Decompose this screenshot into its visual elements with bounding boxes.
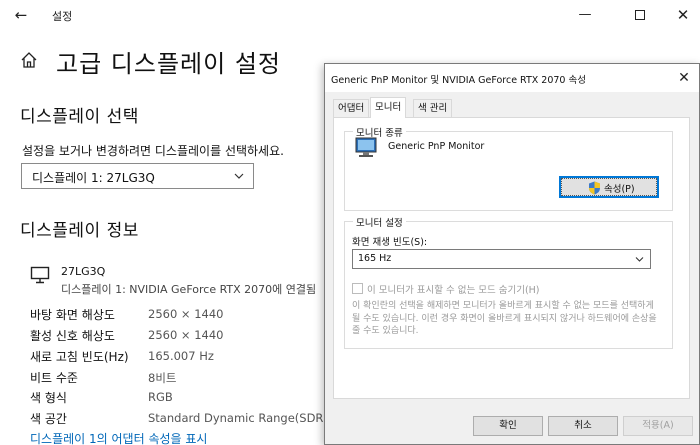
dialog-title-bar: Generic PnP Monitor 및 NVIDIA GeForce RTX… bbox=[325, 64, 699, 92]
info-value: 165.007 Hz bbox=[148, 349, 214, 363]
refresh-rate-value: 165 Hz bbox=[358, 253, 392, 264]
display-dropdown[interactable]: 디스플레이 1: 27LG3Q bbox=[21, 163, 254, 189]
info-label: 색 공간 bbox=[30, 412, 67, 426]
adapter-properties-link[interactable]: 디스플레이 1의 어댑터 속성을 표시 bbox=[30, 430, 207, 445]
display-dropdown-value: 디스플레이 1: 27LG3Q bbox=[32, 171, 155, 185]
window-title: 설정 bbox=[52, 10, 73, 23]
monitor-properties-button[interactable]: 속성(P) bbox=[559, 176, 659, 198]
back-button[interactable]: ← bbox=[6, 3, 36, 27]
hide-modes-checkbox[interactable] bbox=[352, 283, 363, 294]
info-value: 8비트 bbox=[148, 371, 177, 385]
apply-button[interactable]: 적용(A) bbox=[623, 416, 693, 436]
tab-adapter[interactable]: 어댑터 bbox=[333, 99, 370, 117]
properties-dialog: Generic PnP Monitor 및 NVIDIA GeForce RTX… bbox=[324, 63, 700, 445]
select-display-heading: 디스플레이 선택 bbox=[20, 107, 139, 127]
monitor-type-name: Generic PnP Monitor bbox=[388, 141, 485, 152]
monitor-name: 27LG3Q bbox=[61, 265, 106, 278]
chevron-down-icon bbox=[635, 257, 644, 262]
monitor-image-icon bbox=[355, 137, 377, 157]
info-value: Standard Dynamic Range(SDR) bbox=[148, 411, 328, 425]
monitor-icon bbox=[30, 266, 50, 284]
display-info-heading: 디스플레이 정보 bbox=[20, 221, 139, 241]
maximize-icon bbox=[635, 9, 645, 20]
dialog-close-button[interactable]: ✕ bbox=[669, 64, 699, 92]
refresh-rate-dropdown[interactable]: 165 Hz bbox=[352, 249, 651, 269]
info-label: 새로 고침 빈도(Hz) bbox=[30, 350, 129, 364]
info-value: 2560 × 1440 bbox=[148, 328, 224, 342]
info-label: 비트 수준 bbox=[30, 371, 78, 385]
info-value: RGB bbox=[148, 390, 173, 404]
monitor-properties-label: 속성(P) bbox=[604, 184, 635, 195]
hide-modes-description: 이 확인란의 선택을 해제하면 모니터가 올바르게 표시할 수 없는 모드를 선… bbox=[352, 301, 657, 336]
cancel-button[interactable]: 취소 bbox=[548, 416, 618, 436]
uac-shield-icon bbox=[589, 181, 600, 195]
info-label: 바탕 화면 해상도 bbox=[30, 308, 115, 322]
close-button[interactable]: ✕ bbox=[660, 0, 700, 30]
dialog-title: Generic PnP Monitor 및 NVIDIA GeForce RTX… bbox=[331, 75, 586, 86]
monitor-settings-legend: 모니터 설정 bbox=[353, 215, 406, 229]
chevron-down-icon bbox=[234, 173, 244, 179]
monitor-connection: 디스플레이 1: NVIDIA GeForce RTX 2070에 연결됨 bbox=[61, 283, 317, 296]
select-display-description: 설정을 보거나 변경하려면 디스플레이를 선택하세요. bbox=[22, 144, 284, 158]
tab-color-management[interactable]: 색 관리 bbox=[413, 99, 453, 117]
hide-modes-label: 이 모니터가 표시할 수 없는 모드 숨기기(H) bbox=[367, 285, 540, 296]
minimize-button[interactable]: — bbox=[562, 0, 608, 30]
info-value: 2560 × 1440 bbox=[148, 307, 224, 321]
info-label: 활성 신호 해상도 bbox=[30, 329, 115, 343]
info-label: 색 형식 bbox=[30, 391, 67, 405]
focus-rect: 속성(P) bbox=[561, 178, 657, 196]
tab-monitor[interactable]: 모니터 bbox=[370, 97, 407, 118]
ok-button[interactable]: 확인 bbox=[473, 416, 543, 436]
home-icon[interactable] bbox=[20, 51, 38, 69]
maximize-button[interactable] bbox=[617, 0, 663, 30]
page-title: 고급 디스플레이 설정 bbox=[56, 50, 281, 78]
title-bar: ← 설정 — ✕ bbox=[0, 0, 700, 30]
refresh-rate-label: 화면 재생 빈도(S): bbox=[352, 237, 428, 248]
